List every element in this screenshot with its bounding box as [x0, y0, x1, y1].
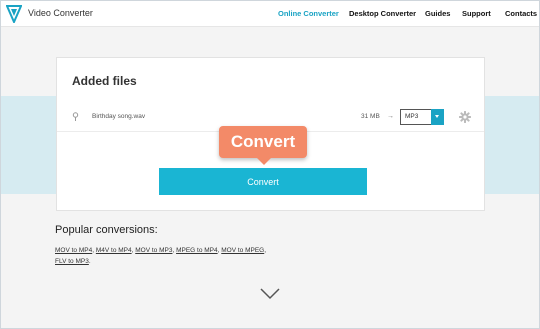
gear-icon[interactable]: [459, 111, 471, 123]
nav-support[interactable]: Support: [462, 9, 491, 18]
conversion-link-mov-mpeg[interactable]: MOV to MPEG: [221, 247, 264, 254]
conversion-link-flv-mp3[interactable]: FLV to MP3: [55, 258, 89, 265]
nav-contacts[interactable]: Contacts: [505, 9, 537, 18]
conversion-link-mov-mp3[interactable]: MOV to MP3: [135, 247, 172, 254]
pin-icon: [72, 112, 79, 121]
card-title: Added files: [72, 74, 137, 88]
nav-guides[interactable]: Guides: [425, 9, 450, 18]
logo-icon[interactable]: [6, 5, 22, 23]
popular-conversions-links: MOV to MP4, M4V to MP4, MOV to MP3, MPEG…: [55, 247, 267, 265]
site-header: Video Converter Online Converter Desktop…: [1, 1, 539, 27]
conversion-link-mpeg-mp4[interactable]: MPEG to MP4: [176, 247, 218, 254]
convert-button[interactable]: Convert: [159, 168, 367, 195]
scroll-down-chevron-icon[interactable]: [259, 287, 281, 301]
file-name: Birthday song.wav: [92, 113, 146, 120]
nav-desktop-converter[interactable]: Desktop Converter: [349, 9, 416, 18]
conversion-link-mov-mp4[interactable]: MOV to MP4: [55, 247, 92, 254]
brand-name[interactable]: Video Converter: [28, 8, 93, 18]
nav-online-converter[interactable]: Online Converter: [278, 9, 339, 18]
convert-callout: Convert: [219, 126, 307, 165]
conversion-link-m4v-mp4[interactable]: M4V to MP4: [96, 247, 132, 254]
chevron-down-icon[interactable]: [431, 109, 444, 125]
arrow-right-icon: →: [387, 113, 394, 120]
file-size: 31 MB: [361, 113, 380, 120]
format-select[interactable]: MP3: [400, 109, 444, 125]
popular-conversions-heading: Popular conversions:: [55, 224, 158, 236]
format-value: MP3: [405, 113, 419, 120]
